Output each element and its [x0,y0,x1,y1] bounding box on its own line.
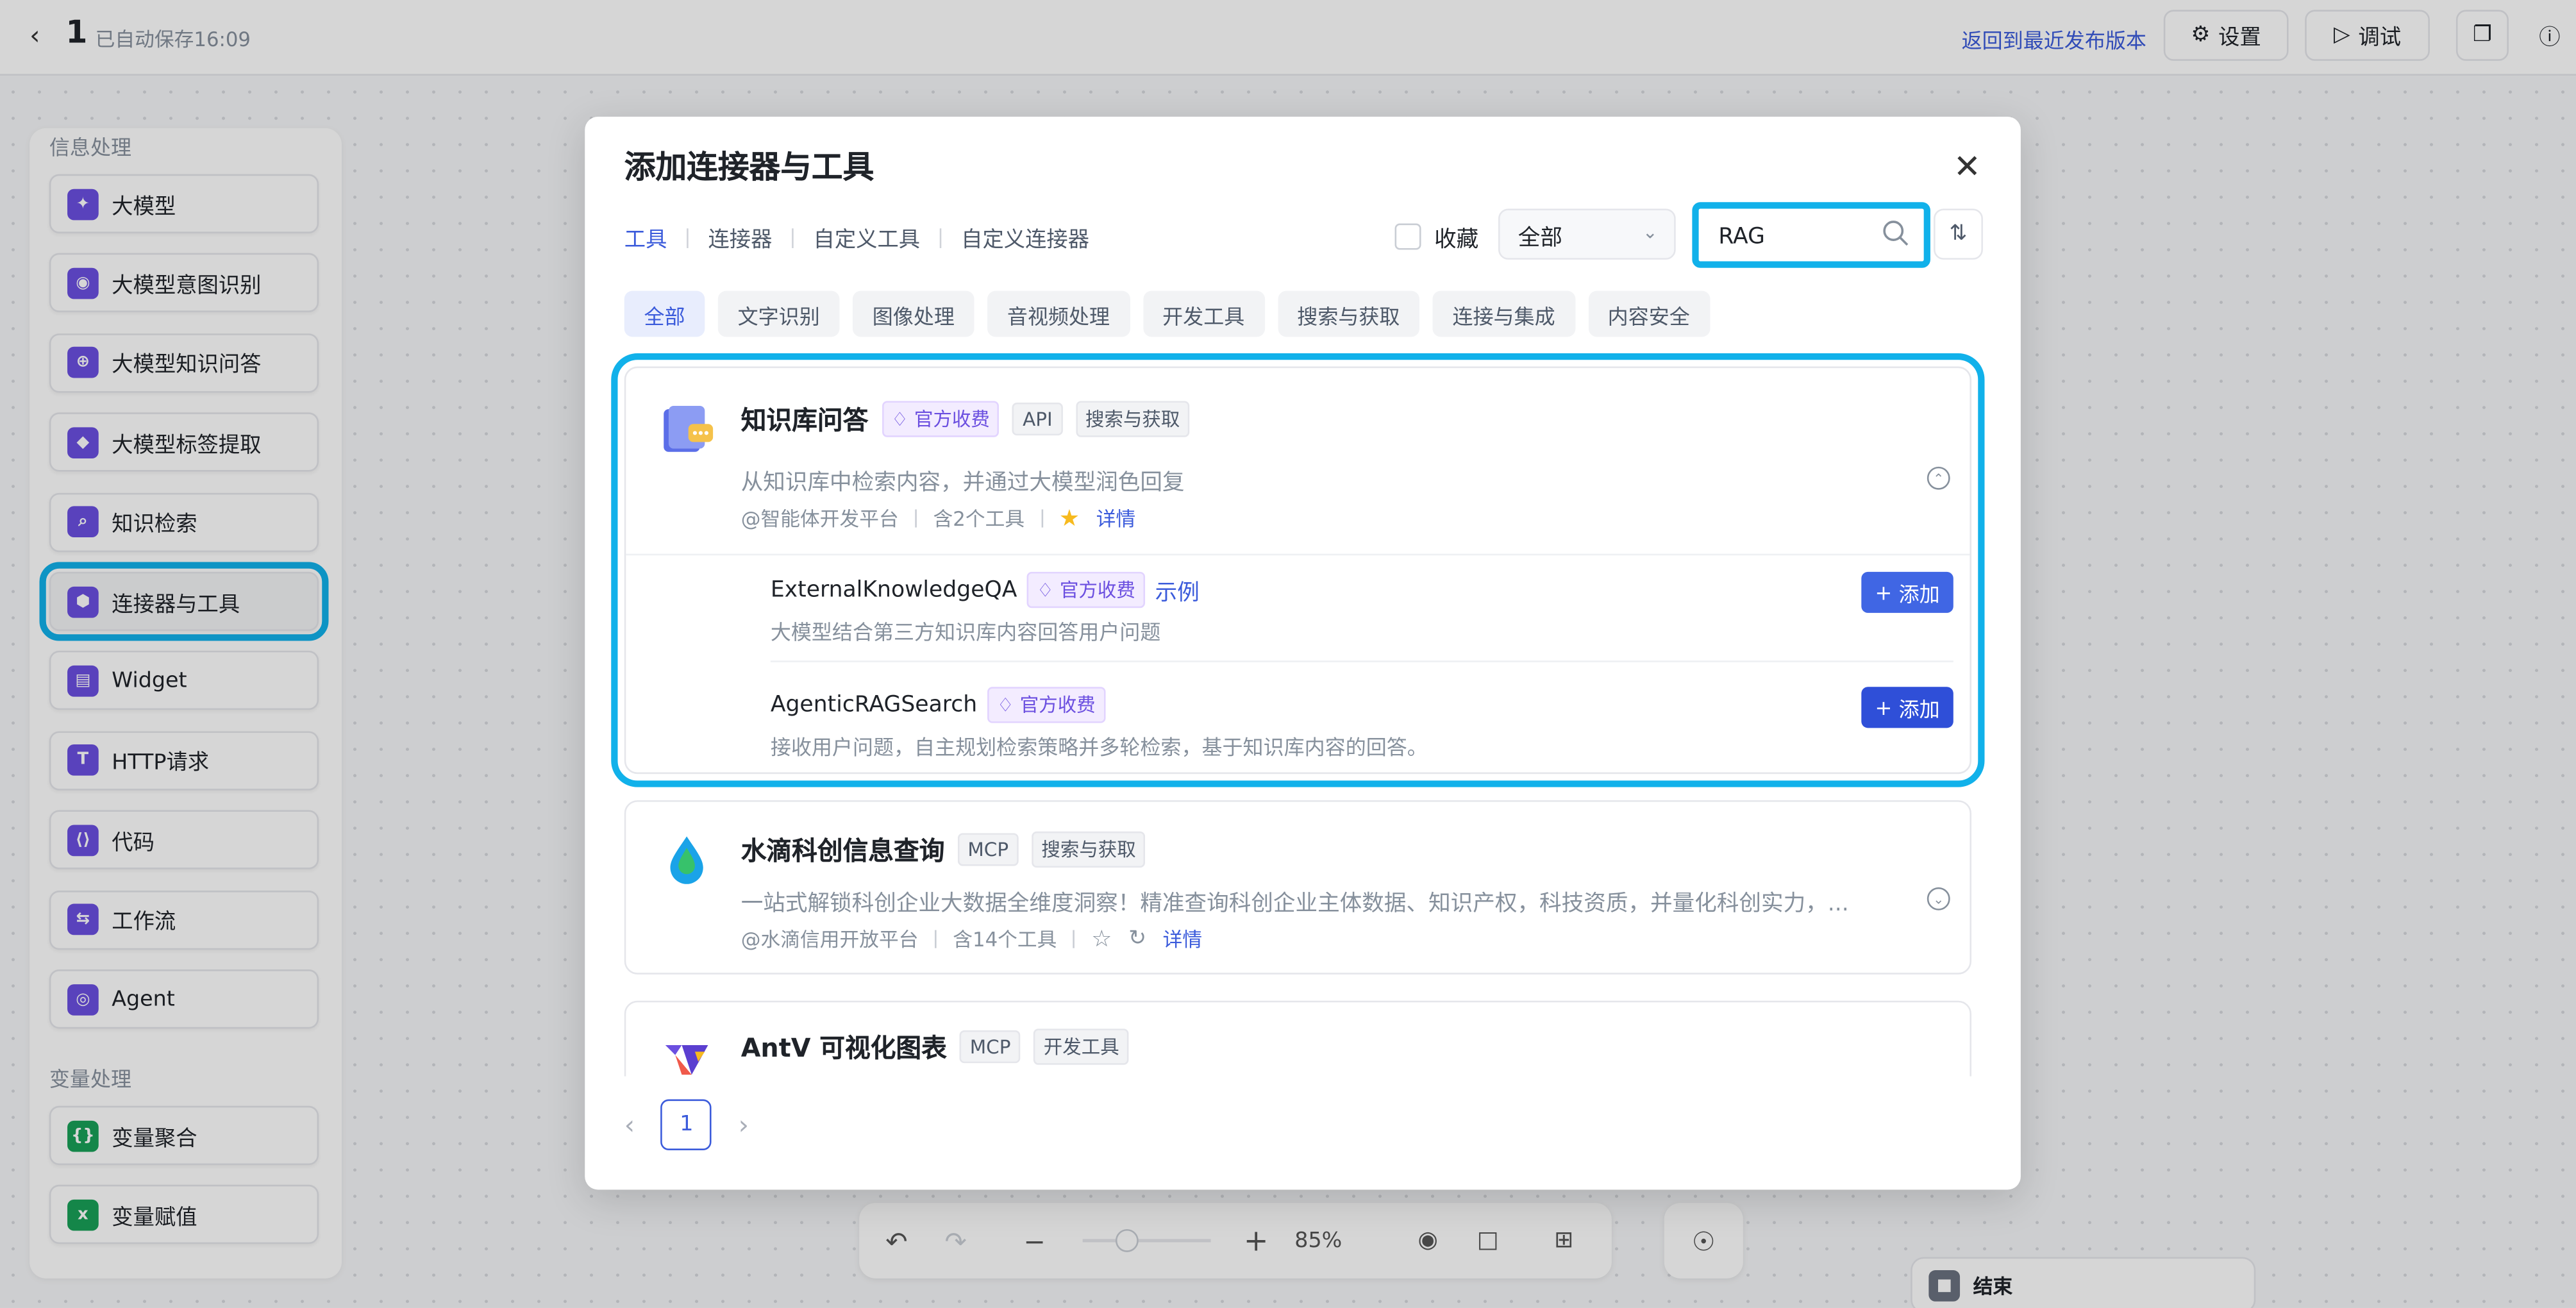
category-filters: 全部 文字识别 图像处理 音视频处理 开发工具 搜索与获取 连接与集成 内容安全 [624,290,1710,337]
add-button[interactable]: + 添加 [1861,571,1953,613]
category-chip[interactable]: 搜索与获取 [1277,290,1420,337]
refresh-icon[interactable]: ↻ [1128,927,1146,951]
tag-mcp: MCP [957,833,1019,866]
detail-link[interactable]: 详情 [1163,925,1203,953]
star-filled-icon[interactable]: ★ [1059,505,1080,532]
paid-badge: ♢ 官方收费 [987,687,1106,723]
paid-badge: ♢ 官方收费 [1026,571,1146,608]
category-chip[interactable]: 图像处理 [853,290,974,337]
category-chip[interactable]: 内容安全 [1587,290,1710,337]
search-box[interactable] [1692,202,1930,268]
category-chip[interactable]: 全部 [624,290,705,337]
tool-name: AntV 可视化图表 MCP 开发工具 [741,1028,1130,1065]
add-connector-dialog: 添加连接器与工具 ✕ 工具 连接器 自定义工具 自定义连接器 收藏 全部 ⌄ ⇅… [585,116,2021,1190]
example-link[interactable]: 示例 [1155,573,1200,607]
dialog-tabs: 工具 连接器 自定义工具 自定义连接器 [624,222,1109,253]
pagination: ‹ 1 › [624,1099,749,1150]
tool-description: 一站式解锁科创企业大数据全维度洞察！精准查询科创企业主体数据、知识产权，科技资质… [740,891,1849,918]
add-button[interactable]: + 添加 [1861,687,1953,728]
tab-connectors[interactable]: 连接器 [689,222,792,253]
knowledge-book-icon [664,406,714,452]
subtool-agentic-rag-search: AgenticRAGSearch ♢ 官方收费 接收用户问题，自主规划检索策略并… [771,687,1953,769]
close-icon[interactable]: ✕ [1953,146,1981,186]
tool-card-knowledge-qa[interactable]: 知识库问答 ♢ 官方收费 API 搜索与获取 从知识库中检索内容，并通过大模型润… [611,353,1985,787]
subtool-external-knowledge-qa: ExternalKnowledgeQA ♢ 官方收费 示例 大模型结合第三方知识… [770,571,1953,671]
category-chip[interactable]: 连接与集成 [1432,290,1575,337]
tool-list: 知识库问答 ♢ 官方收费 API 搜索与获取 从知识库中检索内容，并通过大模型润… [585,353,2021,1077]
detail-link[interactable]: 详情 [1096,505,1136,533]
prev-page-icon[interactable]: ‹ [624,1109,635,1141]
plus-icon: + [1875,580,1893,605]
tag-category: 搜索与获取 [1075,401,1190,437]
tag-category: 开发工具 [1033,1028,1130,1065]
tab-tools[interactable]: 工具 [624,222,687,253]
tag-mcp: MCP [960,1030,1021,1064]
tag-api: API [1012,402,1063,436]
subtool-name: ExternalKnowledgeQA [770,576,1017,603]
subtool-description: 大模型结合第三方知识库内容回答用户问题 [770,619,1161,644]
search-input[interactable] [1718,220,1883,253]
diamond-icon: ♢ [1037,578,1054,601]
star-outline-icon[interactable]: ☆ [1091,926,1112,952]
next-page-icon[interactable]: › [739,1109,749,1141]
water-drop-icon [670,836,703,884]
expand-icon[interactable]: ⌄ [1927,887,1950,910]
tab-custom-tools[interactable]: 自定义工具 [794,222,940,253]
chevron-down-icon: ⌄ [1642,221,1658,244]
diamond-icon: ♢ [891,407,908,431]
tool-name: 水滴科创信息查询 MCP 搜索与获取 [741,831,1146,868]
subtool-name: AgenticRAGSearch [770,691,978,718]
tool-description: 从知识库中检索内容，并通过大模型润色回复 [740,469,1185,496]
tool-meta: @智能体开发平台 含2个工具 ★ 详情 [740,505,1136,533]
search-icon [1883,221,1909,246]
tool-card-shuidi[interactable]: 水滴科创信息查询 MCP 搜索与获取 一站式解锁科创企业大数据全维度洞察！精准查… [624,800,1971,975]
category-chip[interactable]: 文字识别 [717,290,840,337]
tab-custom-connectors[interactable]: 自定义连接器 [941,222,1108,253]
plus-icon: + [1875,695,1893,720]
tool-card-antv[interactable]: AntV 可视化图表 MCP 开发工具 [624,1000,1971,1077]
sort-button[interactable]: ⇅ [1934,208,1983,260]
type-select[interactable]: 全部 ⌄ [1498,208,1676,260]
category-chip[interactable]: 开发工具 [1142,290,1265,337]
page-button[interactable]: 1 [661,1099,712,1150]
collapse-icon[interactable]: ⌃ [1927,466,1950,490]
paid-badge: ♢ 官方收费 [881,401,1000,437]
favorite-filter[interactable]: 收藏 [1394,220,1478,253]
favorite-checkbox[interactable] [1394,223,1421,250]
subtool-description: 接收用户问题，自主规划检索策略并多轮检索，基于知识库内容的回答。 [770,734,1428,760]
sort-icon: ⇅ [1949,221,1968,247]
diamond-icon: ♢ [996,693,1014,717]
tool-meta: @水滴信用开放平台 含14个工具 ☆ ↻ 详情 [740,925,1203,953]
tool-name: 知识库问答 ♢ 官方收费 API 搜索与获取 [741,401,1190,437]
tag-category: 搜索与获取 [1032,831,1146,868]
antv-logo-icon [665,1044,708,1075]
category-chip[interactable]: 音视频处理 [987,290,1130,337]
dialog-title: 添加连接器与工具 [624,149,874,186]
